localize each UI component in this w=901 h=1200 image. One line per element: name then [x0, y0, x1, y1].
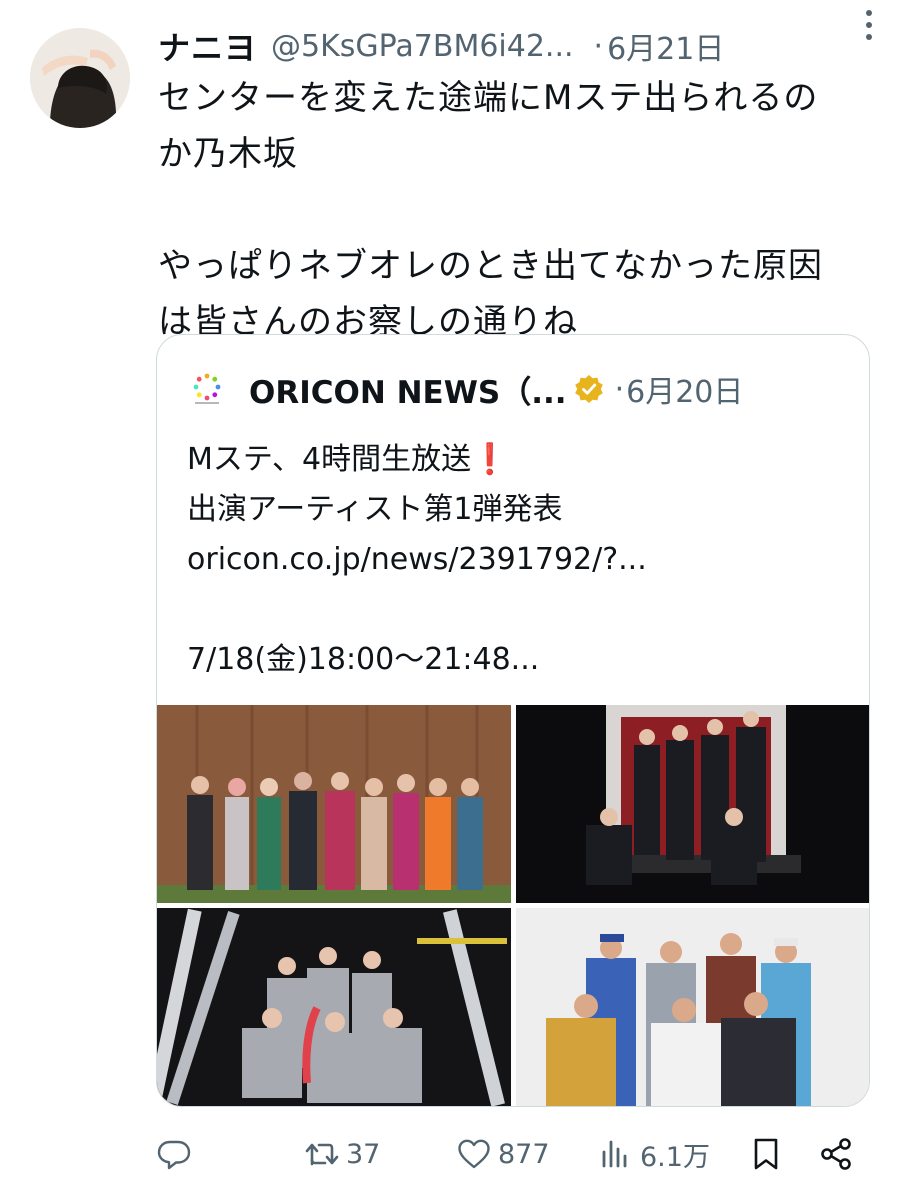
like-count: 877: [498, 1138, 550, 1170]
views-chart-icon: [602, 1140, 627, 1168]
share-icon: [821, 1138, 851, 1170]
avatar-image: [30, 28, 130, 128]
media-photo-1[interactable]: [157, 705, 511, 903]
retweet-button[interactable]: 37: [304, 1128, 380, 1180]
retweet-icon: [305, 1143, 339, 1166]
photo-group-wood-wall: [157, 705, 511, 903]
photo-group-silver: [157, 908, 511, 1106]
tweet-text-line: か乃木坂: [158, 134, 298, 174]
quoted-tweet-text: Mステ、4時間生放送❗ 出演アーティスト第1弾発表 oricon.co.jp/n…: [187, 435, 847, 685]
media-photo-3[interactable]: [157, 908, 511, 1106]
media-photo-2[interactable]: [516, 705, 869, 903]
oricon-logo-icon: [193, 373, 221, 404]
quoted-text-line: 出演アーティスト第1弾発表: [187, 492, 563, 527]
author-display-name[interactable]: ナニヨ: [158, 23, 257, 69]
media-grid: [157, 705, 869, 1106]
media-photo-4[interactable]: [516, 908, 869, 1106]
heart-icon: [458, 1139, 490, 1169]
photo-group-truck: [516, 705, 869, 903]
tweet-text-blank: [158, 182, 878, 238]
quoted-meta-separator: ·: [614, 371, 625, 407]
reply-button[interactable]: [156, 1128, 198, 1180]
author-handle[interactable]: @5KsGPa7BM6i42...: [271, 29, 574, 64]
tweet[interactable]: ナニヨ @5KsGPa7BM6i42... · 6月21日 センターを変えた途端…: [0, 0, 901, 1200]
exclamation-emoji: ❗: [471, 442, 509, 477]
quoted-tweet-date[interactable]: 6月20日: [626, 367, 743, 411]
action-bar: 37 877 6.1万: [156, 1128, 860, 1180]
tweet-text-line: センターを変えた途端にMステ出られるの: [158, 78, 819, 118]
tweet-text: センターを変えた途端にMステ出られるの か乃木坂 やっぱりネブオレのとき出てなか…: [158, 70, 878, 350]
quoted-link[interactable]: oricon.co.jp/news/2391792/?...: [187, 535, 847, 585]
quoted-text-line: 7/18(金)18:00～21:48...: [187, 642, 540, 677]
retweet-count: 37: [346, 1138, 381, 1170]
quoted-text-blank: [187, 585, 847, 635]
more-vertical-icon[interactable]: [863, 8, 875, 42]
views-count: 6.1万: [640, 1141, 710, 1173]
tweet-text-line: やっぱりネブオレのとき出てなかった原因: [158, 246, 823, 286]
views-button[interactable]: 6.1万: [598, 1128, 710, 1180]
quoted-text-headline: Mステ、4時間生放送: [187, 442, 472, 477]
tweet-header: ナニヨ @5KsGPa7BM6i42... · 6月21日: [158, 22, 881, 70]
avatar[interactable]: [30, 28, 130, 128]
bookmark-button[interactable]: [748, 1128, 784, 1180]
quoted-tweet-header: ORICON NEWS（... · 6月20日: [189, 363, 849, 415]
quoted-tweet-card[interactable]: ORICON NEWS（... · 6月20日 Mステ、4時間生放送❗ 出演アー…: [156, 334, 870, 1107]
verified-badge-icon: [574, 375, 603, 403]
bookmark-icon: [754, 1138, 778, 1170]
meta-separator: ·: [593, 28, 604, 64]
tweet-date[interactable]: 6月21日: [607, 24, 724, 68]
photo-group-streetwear: [516, 908, 869, 1106]
like-button[interactable]: 877: [456, 1128, 550, 1180]
quoted-text-line: Mステ、4時間生放送❗: [187, 435, 847, 485]
share-button[interactable]: [818, 1128, 854, 1180]
reply-icon: [157, 1140, 191, 1170]
quoted-author-name[interactable]: ORICON NEWS（...: [249, 367, 567, 412]
